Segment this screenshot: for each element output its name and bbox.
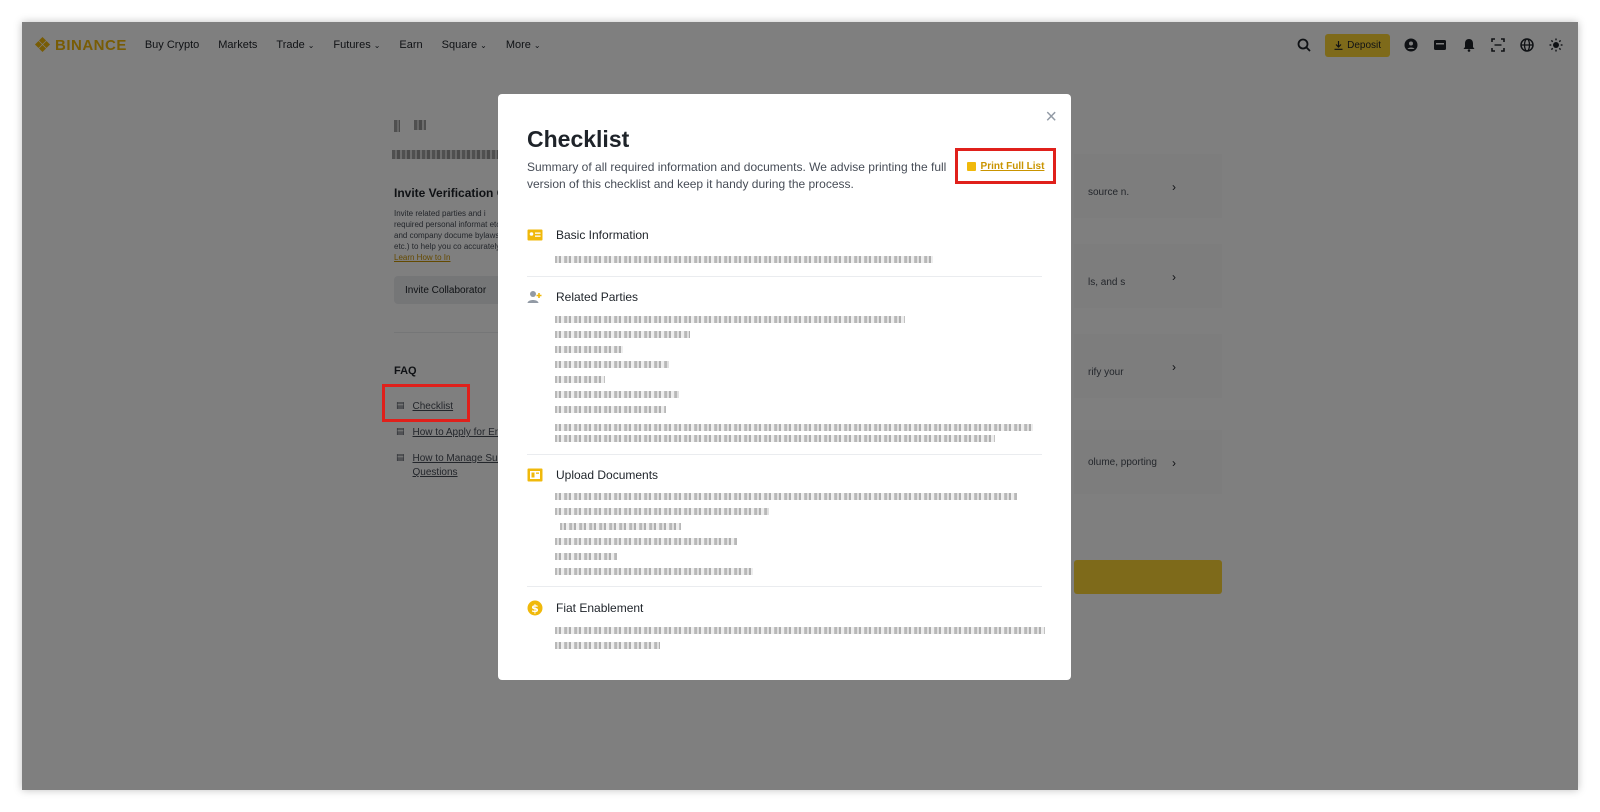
- printer-icon: [966, 161, 976, 171]
- dollar-coin-icon: $: [527, 600, 543, 616]
- section-title: Upload Documents: [556, 468, 659, 482]
- checklist-modal: × Checklist Summary of all required info…: [498, 94, 1071, 680]
- section-title: Related Parties: [556, 290, 639, 304]
- blurred-text: [555, 642, 660, 649]
- highlight-box: [382, 384, 470, 422]
- blurred-text: [555, 493, 1017, 500]
- blurred-text: [555, 376, 605, 383]
- modal-title: Checklist: [527, 126, 630, 152]
- document-upload-icon: [527, 468, 543, 482]
- svg-text:$: $: [531, 602, 539, 615]
- divider: [527, 454, 1042, 455]
- section-title: Basic Information: [556, 228, 649, 242]
- blurred-text: [555, 568, 753, 575]
- blurred-text: [555, 391, 679, 398]
- section-upload-documents: Upload Documents: [527, 468, 1042, 482]
- blurred-text: [560, 523, 681, 530]
- blurred-text: [555, 538, 737, 545]
- blurred-text: [555, 406, 666, 413]
- blurred-text: [555, 256, 933, 263]
- blurred-text: [555, 508, 769, 515]
- blurred-text: [555, 361, 669, 368]
- id-card-icon: [527, 228, 543, 242]
- section-related-parties: Related Parties: [527, 290, 1042, 304]
- blurred-text: [555, 627, 1045, 634]
- close-icon[interactable]: ×: [1045, 106, 1057, 129]
- add-person-icon: [527, 290, 543, 304]
- blurred-text: [555, 553, 617, 560]
- print-label: Print Full List: [980, 160, 1045, 172]
- blurred-text: [555, 424, 1033, 431]
- browser-window: BINANCE Buy Crypto Markets Trade⌄ Future…: [22, 22, 1578, 790]
- blurred-text: [555, 331, 690, 338]
- blurred-text: [555, 346, 623, 353]
- blurred-text: [555, 316, 905, 323]
- blurred-text: [555, 435, 995, 442]
- section-basic-information: Basic Information: [527, 228, 1042, 242]
- modal-subtitle: Summary of all required information and …: [527, 160, 947, 191]
- print-full-list-button[interactable]: Print Full List: [955, 148, 1056, 184]
- divider: [527, 276, 1042, 277]
- section-fiat-enablement: $ Fiat Enablement: [527, 600, 1042, 616]
- section-title: Fiat Enablement: [556, 601, 644, 615]
- divider: [527, 586, 1042, 587]
